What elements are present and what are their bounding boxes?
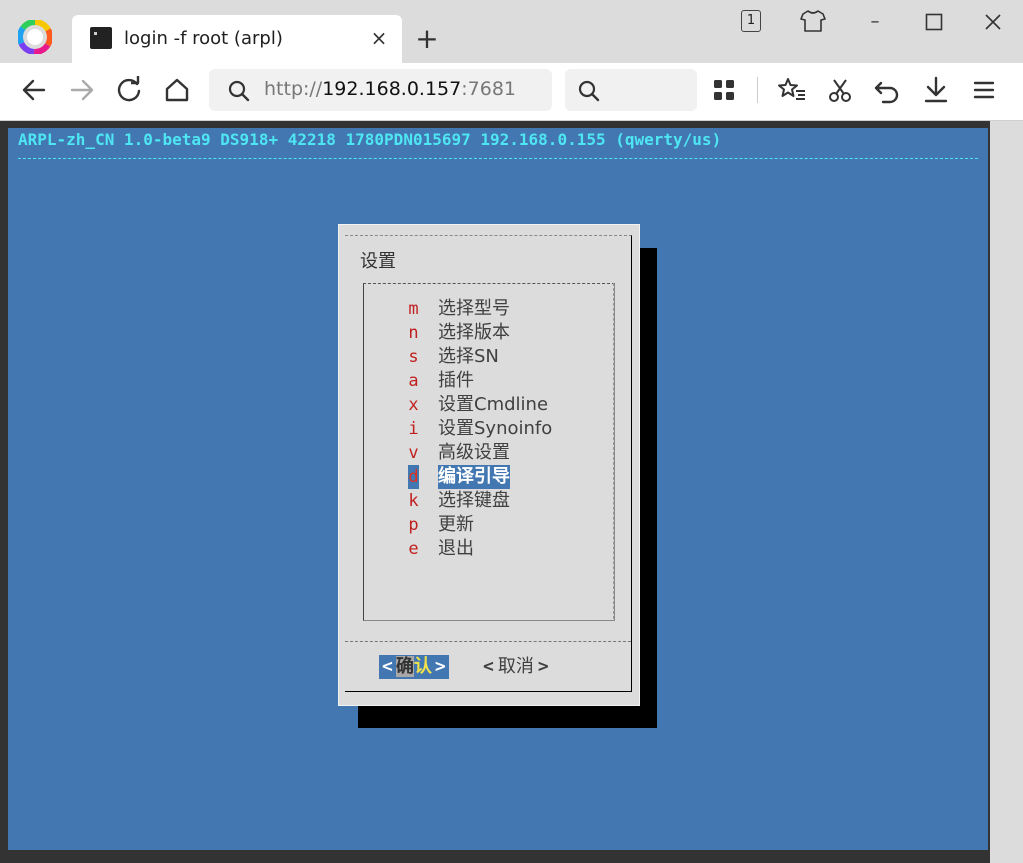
home-icon[interactable]: [161, 74, 193, 106]
menu-item[interactable]: i 设置Synoinfo: [408, 417, 608, 441]
maximize-icon[interactable]: [925, 13, 943, 31]
cancel-label: 取消: [497, 656, 534, 677]
menu-item[interactable]: a 插件: [408, 369, 608, 393]
forward-icon[interactable]: [66, 74, 98, 106]
menu-item-label: 选择SN: [438, 346, 499, 367]
cancel-button[interactable]: < 取消 >: [479, 655, 553, 679]
tab-count-label: 1: [741, 10, 761, 32]
browser-logo-icon: [18, 20, 52, 54]
url-host: 192.168.0.157: [322, 78, 462, 100]
window-close-icon[interactable]: [983, 12, 1003, 32]
menu-icon[interactable]: [968, 74, 1000, 106]
minimize-button[interactable]: –: [855, 8, 895, 36]
menu-item-hotkey: n: [408, 323, 419, 343]
new-tab-button[interactable]: +: [412, 24, 442, 54]
cancel-right-arrow: >: [537, 656, 549, 677]
menu-item[interactable]: d 编译引导: [408, 465, 608, 489]
menu-item[interactable]: m 选择型号: [408, 297, 608, 321]
menu-item-label: 插件: [438, 370, 474, 391]
menu-item-label: 更新: [438, 514, 474, 535]
menu-item-hotkey: d: [408, 465, 419, 489]
menu-item-hotkey: a: [408, 371, 419, 391]
search-icon: [578, 80, 600, 102]
menu-item-label: 高级设置: [438, 442, 510, 463]
url-text[interactable]: http://192.168.0.157:7681: [264, 78, 516, 100]
toolbar-divider: [757, 77, 758, 103]
tab-strip: login -f root (arpl) × + 1 –: [0, 0, 1023, 63]
menu-item[interactable]: s 选择SN: [408, 345, 608, 369]
ok-right-arrow: >: [434, 656, 446, 677]
url-port: :7681: [461, 78, 516, 100]
menu-item[interactable]: v 高级设置: [408, 441, 608, 465]
favorites-icon[interactable]: [776, 74, 808, 106]
menu-item[interactable]: p 更新: [408, 513, 608, 537]
ok-label-char2: 认: [413, 656, 432, 677]
url-scheme: http://: [264, 78, 323, 100]
menu-item-label: 选择版本: [438, 322, 510, 343]
terminal-screen[interactable]: ARPL-zh_CN 1.0-beta9 DS918+ 42218 1780PD…: [8, 128, 988, 850]
menu-item[interactable]: e 退出: [408, 537, 608, 561]
active-tab[interactable]: login -f root (arpl) ×: [72, 15, 402, 63]
search-icon: [228, 80, 250, 102]
menu-item-label: 设置Synoinfo: [438, 418, 553, 439]
menu-item-hotkey: e: [408, 539, 419, 559]
tshirt-icon[interactable]: [800, 9, 826, 33]
menu-item-hotkey: i: [408, 419, 419, 439]
menu-item[interactable]: x 设置Cmdline: [408, 393, 608, 417]
menu-item-hotkey: s: [408, 347, 419, 367]
tab-count-button[interactable]: 1: [739, 8, 763, 32]
menu-item-hotkey: v: [408, 443, 419, 463]
scissors-icon[interactable]: [824, 74, 856, 106]
menu-item-label: 选择键盘: [438, 490, 510, 511]
menu-item-label: 设置Cmdline: [438, 394, 549, 415]
menu-box-edge: [613, 283, 614, 619]
menu-item-label: 退出: [438, 538, 474, 559]
ok-button[interactable]: < 确认 >: [379, 655, 449, 679]
terminal-status-line: ARPL-zh_CN 1.0-beta9 DS918+ 42218 1780PD…: [18, 130, 722, 149]
terminal-scrollbar[interactable]: [990, 121, 1023, 863]
undo-icon[interactable]: [871, 74, 903, 106]
back-icon[interactable]: [18, 74, 50, 106]
ok-label-char1: 确: [395, 656, 414, 677]
tab-title: login -f root (arpl): [124, 28, 283, 49]
status-divider: [18, 158, 978, 159]
apps-grid-icon[interactable]: [708, 74, 740, 106]
download-icon[interactable]: [920, 74, 952, 106]
menu-item-hotkey: m: [408, 299, 419, 319]
menu-item-hotkey: k: [408, 491, 419, 511]
menu-list: m 选择型号 n 选择版本 s 选择SN a 插件 x 设置Cmdline i 设置Synoinfo v…: [408, 297, 608, 561]
terminal-icon: [90, 27, 112, 49]
address-bar[interactable]: http://192.168.0.157:7681: [209, 69, 552, 111]
settings-dialog: 设置 m 选择型号 n 选择版本 s 选择SN a 插件 x 设置Cmdline i 设置Synoin…: [338, 224, 640, 706]
terminal-view[interactable]: ARPL-zh_CN 1.0-beta9 DS918+ 42218 1780PD…: [0, 121, 1023, 863]
menu-item-hotkey: x: [408, 395, 419, 415]
menu-item-hotkey: p: [408, 515, 419, 535]
menu-item[interactable]: k 选择键盘: [408, 489, 608, 513]
menu-item-label: 编译引导: [438, 465, 510, 489]
ok-left-arrow: <: [382, 656, 393, 677]
cancel-left-arrow: <: [483, 656, 494, 677]
toolbar: http://192.168.0.157:7681: [0, 63, 1023, 121]
menu-item[interactable]: n 选择版本: [408, 321, 608, 345]
tab-close-icon[interactable]: ×: [368, 26, 390, 50]
reload-icon[interactable]: [113, 74, 145, 106]
dialog-title: 设置: [360, 251, 396, 272]
search-box[interactable]: [565, 69, 697, 111]
dialog-separator: [345, 641, 631, 642]
menu-item-label: 选择型号: [438, 298, 510, 319]
